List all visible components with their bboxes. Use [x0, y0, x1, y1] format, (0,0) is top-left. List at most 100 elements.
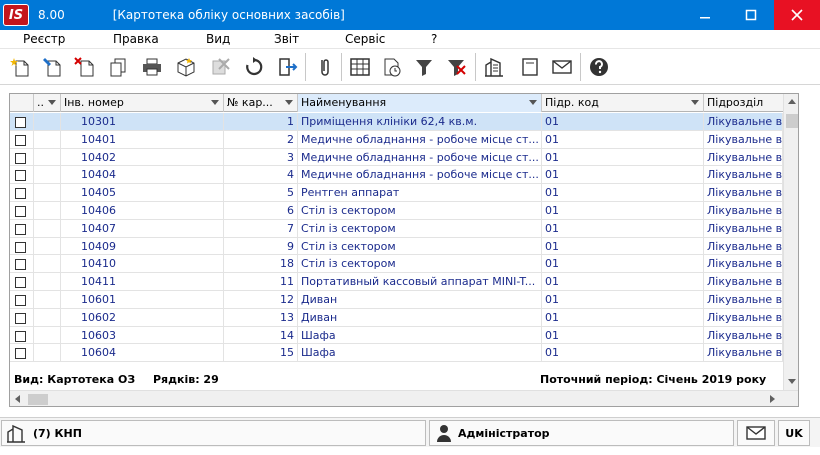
row-checkbox-cell — [10, 113, 34, 131]
filter-button[interactable] — [410, 53, 438, 81]
calendar-clock-button[interactable] — [378, 53, 406, 81]
row-checkbox[interactable] — [15, 295, 26, 306]
vertical-scrollbar[interactable] — [783, 94, 798, 390]
menu-service[interactable]: Сервіс — [345, 32, 385, 46]
edit-button[interactable] — [38, 53, 66, 81]
row-checkbox[interactable] — [15, 152, 26, 164]
print-button[interactable] — [138, 53, 166, 81]
document-button[interactable] — [516, 53, 544, 81]
table-row[interactable]: 10404 4 Медичне обладнання - робоче місце … — [10, 166, 783, 185]
close-button[interactable] — [774, 0, 820, 30]
header-name[interactable]: Найменування — [298, 94, 542, 112]
exit-button[interactable] — [274, 53, 302, 81]
row-checkbox-cell — [10, 326, 34, 345]
table-row[interactable]: 10601 12 Диван 01 Лікувальне в — [10, 291, 783, 309]
table-row[interactable]: 10406 6 Стіл із сектором 01 Лікувальне в — [10, 202, 783, 220]
row-checkbox[interactable] — [15, 117, 26, 128]
attach-button[interactable] — [310, 53, 338, 81]
mail-button[interactable] — [548, 53, 576, 81]
user-segment[interactable]: Адміністратор — [429, 420, 734, 446]
menu-register[interactable]: Реєстр — [23, 32, 65, 46]
scroll-left-icon[interactable] — [15, 395, 20, 403]
row-checkbox[interactable] — [15, 206, 26, 217]
menu-help[interactable]: ? — [431, 32, 437, 46]
row-checkbox[interactable] — [15, 241, 26, 253]
add-new-button[interactable] — [6, 53, 34, 81]
cell-inv: 10301 — [61, 113, 224, 131]
delete-button[interactable] — [70, 53, 98, 81]
row-checkbox[interactable] — [15, 259, 26, 271]
row-checkbox[interactable] — [15, 134, 26, 146]
cell-card: 4 — [224, 166, 298, 185]
minimize-button[interactable] — [682, 0, 728, 30]
add-new-icon — [10, 58, 29, 77]
copy-icon — [110, 58, 126, 77]
cell-unit: Лікувальне в — [704, 291, 783, 309]
menu-report[interactable]: Звіт — [274, 32, 299, 46]
cell-code: 01 — [542, 148, 704, 167]
horizontal-scrollbar[interactable] — [10, 390, 798, 406]
row-checkbox-cell — [10, 255, 34, 274]
row-checkbox[interactable] — [15, 170, 26, 182]
cell-unit: Лікувальне в — [704, 219, 783, 238]
row-checkbox[interactable] — [15, 277, 26, 289]
menu-view[interactable]: Вид — [206, 32, 230, 46]
cell-inv: 10409 — [61, 237, 224, 256]
table-row[interactable]: 10603 14 Шафа 01 Лікувальне в — [10, 326, 783, 345]
language-indicator[interactable]: UK — [778, 420, 810, 446]
row-checkbox[interactable] — [15, 348, 26, 360]
table-row[interactable]: 10409 9 Стіл із сектором 01 Лікувальне в — [10, 237, 783, 256]
app-logo-icon: IS — [3, 4, 29, 26]
cell-inv: 10407 — [61, 219, 224, 238]
row-checkbox[interactable] — [15, 223, 26, 235]
table-row[interactable]: 10411 11 Портативный кассовый аппарат MINI… — [10, 273, 783, 291]
cell-card: 12 — [224, 291, 298, 309]
header-column-menu[interactable]: .. — [34, 94, 61, 112]
cell-card: 2 — [224, 130, 298, 149]
help-button[interactable] — [585, 53, 613, 81]
table-row[interactable]: 10402 3 Медичне обладнання - робоче місце … — [10, 148, 783, 167]
table-row[interactable]: 10604 15 Шафа 01 Лікувальне в — [10, 344, 783, 363]
mail-status-button[interactable] — [737, 420, 775, 446]
scroll-down-icon[interactable] — [788, 379, 796, 384]
horizontal-scroll-thumb[interactable] — [28, 394, 48, 405]
vertical-scroll-thumb[interactable] — [786, 114, 798, 128]
table-row[interactable]: 10405 5 Рентген аппарат 01 Лікувальне в — [10, 184, 783, 202]
scroll-up-icon[interactable] — [788, 99, 796, 104]
cell-unit: Лікувальне в — [704, 255, 783, 274]
table-row[interactable]: 10301 1 Приміщення клініки 62,4 кв.м. 01 Лік… — [10, 113, 783, 131]
header-dept-code[interactable]: Підр. код — [542, 94, 704, 112]
copy-button[interactable] — [104, 53, 132, 81]
package-button[interactable] — [172, 53, 200, 81]
disabled-tool-button[interactable] — [206, 53, 234, 81]
row-checkbox[interactable] — [15, 330, 26, 342]
table-row[interactable]: 10407 7 Стіл із сектором 01 Лікувальне в — [10, 219, 783, 238]
cell-inv: 10402 — [61, 148, 224, 167]
row-checkbox[interactable] — [15, 312, 26, 324]
cell-empty — [34, 344, 61, 363]
table-view-button[interactable] — [346, 53, 374, 81]
header-inv-number[interactable]: Інв. номер — [61, 94, 224, 112]
organization-segment[interactable]: (7) КНП — [1, 420, 426, 446]
cell-name: Стіл із сектором — [298, 237, 542, 256]
assets-grid: .. Інв. номер № кар... Найменування Підр… — [9, 93, 799, 407]
cell-code: 01 — [542, 255, 704, 274]
clear-filter-button[interactable] — [442, 53, 470, 81]
toolbar-separator — [475, 53, 476, 81]
building-button[interactable] — [480, 53, 508, 81]
row-checkbox[interactable] — [15, 188, 26, 200]
filter-icon — [416, 60, 432, 76]
maximize-button[interactable] — [728, 0, 774, 30]
building-icon — [485, 57, 503, 77]
scroll-right-icon[interactable] — [770, 395, 775, 403]
refresh-button[interactable] — [240, 53, 268, 81]
cell-empty — [34, 237, 61, 256]
header-card-number[interactable]: № кар... — [224, 94, 298, 112]
header-checkbox-column[interactable] — [10, 94, 34, 112]
table-row[interactable]: 10602 13 Диван 01 Лікувальне в — [10, 308, 783, 327]
sort-arrow-icon — [285, 100, 293, 105]
header-department[interactable]: Підрозділ — [704, 94, 783, 112]
table-row[interactable]: 10410 18 Стіл із сектором 01 Лікувальне в — [10, 255, 783, 274]
table-row[interactable]: 10401 2 Медичне обладнання - робоче місце … — [10, 130, 783, 149]
menu-edit[interactable]: Правка — [113, 32, 159, 46]
